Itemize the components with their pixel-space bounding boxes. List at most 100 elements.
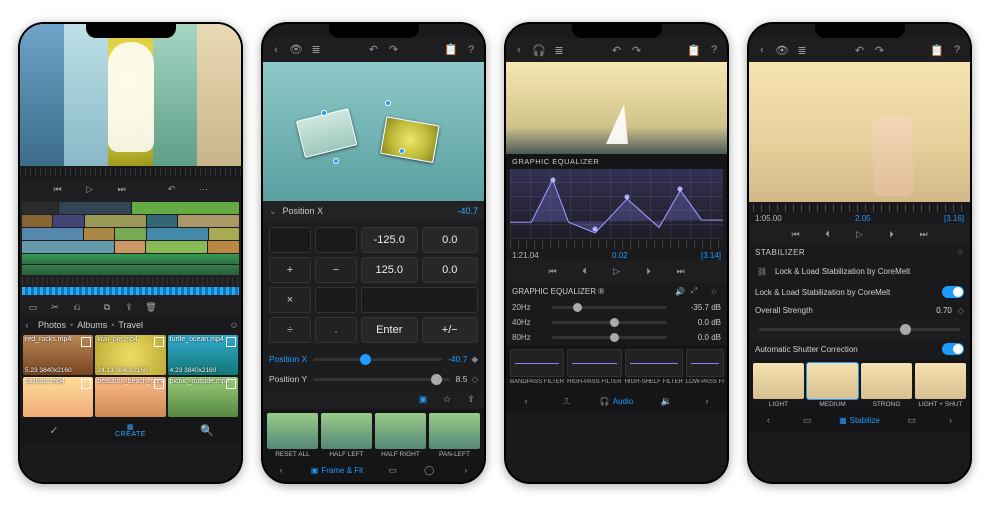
- stack-icon[interactable]: ≣: [552, 43, 566, 57]
- copy-icon[interactable]: ⧉: [100, 300, 114, 314]
- more-icon[interactable]: ⋯: [197, 182, 211, 196]
- search-icon[interactable]: 🔍: [200, 423, 214, 437]
- prev-clip-icon[interactable]: ⏮: [51, 182, 65, 196]
- speaker-icon[interactable]: 🔊: [673, 284, 687, 298]
- thumb[interactable]: kiwi_pie.mp424.13 3840x2160: [95, 335, 165, 375]
- band-row[interactable]: 20Hz -35.7 dB: [506, 300, 727, 315]
- split-icon[interactable]: ⎌: [70, 300, 84, 314]
- transform-handle[interactable]: [399, 148, 405, 154]
- key-minus[interactable]: −: [315, 257, 357, 283]
- back-icon[interactable]: ‹: [755, 43, 769, 57]
- video-preview[interactable]: [263, 62, 484, 201]
- preset[interactable]: PAN-LEFT: [429, 413, 480, 458]
- crop-icon[interactable]: ▣: [416, 392, 430, 406]
- eye-icon[interactable]: 👁: [289, 43, 303, 57]
- audio-track-1[interactable]: [22, 254, 239, 264]
- key-plus[interactable]: +: [269, 257, 311, 283]
- band-row[interactable]: 80Hz 0.0 dB: [506, 330, 727, 345]
- key-plusminus[interactable]: +/−: [422, 317, 479, 343]
- undo-icon[interactable]: ↶: [853, 43, 867, 57]
- key-val[interactable]: 0.0: [422, 257, 479, 283]
- key-enter[interactable]: Enter: [361, 317, 418, 343]
- tab-travel[interactable]: Travel: [118, 320, 143, 330]
- preset[interactable]: RESET ALL: [267, 413, 318, 458]
- eye-icon[interactable]: 👁: [775, 43, 789, 57]
- eq-graph[interactable]: [510, 169, 723, 239]
- stack-icon[interactable]: ≣: [795, 43, 809, 57]
- video-preview[interactable]: [506, 62, 727, 154]
- trash-icon[interactable]: 🗑: [144, 300, 158, 314]
- back-icon[interactable]: ‹: [512, 43, 526, 57]
- play-icon[interactable]: ▷: [610, 264, 624, 278]
- stabilize-button[interactable]: ▦Stabilize: [839, 416, 880, 425]
- layer-b[interactable]: [379, 116, 439, 163]
- play-icon[interactable]: ▷: [83, 182, 97, 196]
- step-back-icon[interactable]: ⏴: [578, 264, 592, 278]
- skip-end-icon[interactable]: ⏭: [674, 264, 688, 278]
- preset[interactable]: HALF LEFT: [321, 413, 372, 458]
- preset[interactable]: BANDPASS FILTER: [510, 349, 564, 385]
- key-blank[interactable]: [361, 287, 478, 313]
- thumb[interactable]: red_rocks.mp45.23 3840x2160: [23, 335, 93, 375]
- frame-fit-button[interactable]: ▣Frame & Fit: [311, 466, 363, 475]
- skip-start-icon[interactable]: ⏮: [546, 264, 560, 278]
- key-blank[interactable]: [315, 227, 357, 253]
- expand-icon[interactable]: ⤢: [687, 284, 701, 298]
- preset[interactable]: STRONG: [861, 363, 912, 408]
- thumb[interactable]: picnic_outside.mp4: [168, 377, 238, 417]
- redo-icon[interactable]: ↷: [873, 43, 887, 57]
- clipboard-icon[interactable]: 📋: [930, 43, 944, 57]
- key-times[interactable]: ×: [269, 287, 311, 313]
- redo-icon[interactable]: ↷: [387, 43, 401, 57]
- transform-handle[interactable]: [385, 100, 391, 106]
- smiley-icon[interactable]: ☺: [227, 318, 241, 332]
- preset[interactable]: LIGHT: [753, 363, 804, 408]
- undo-icon[interactable]: ↶: [165, 182, 179, 196]
- position-x-slider[interactable]: Position X -40.7 ◆: [263, 349, 484, 369]
- key-val[interactable]: -125.0: [361, 227, 418, 253]
- volume-icon[interactable]: 🔉: [660, 394, 674, 408]
- nav-fwd-icon[interactable]: ›: [944, 413, 958, 427]
- star-icon[interactable]: ☆: [707, 284, 721, 298]
- transform-handle[interactable]: [321, 110, 327, 116]
- audio-waveform[interactable]: [22, 287, 239, 295]
- preset[interactable]: MEDIUM: [807, 363, 858, 408]
- transform-handle[interactable]: [333, 158, 339, 164]
- star-icon[interactable]: ☆: [440, 392, 454, 406]
- key-dot[interactable]: .: [315, 317, 357, 343]
- audio-button[interactable]: 🎧Audio: [600, 397, 633, 406]
- nav-fwd-icon[interactable]: ›: [459, 463, 473, 477]
- key-val[interactable]: 0.0: [422, 227, 479, 253]
- mask-icon[interactable]: ▭: [386, 463, 400, 477]
- video-preview[interactable]: [20, 24, 241, 166]
- tab-photos[interactable]: Photos: [38, 320, 66, 330]
- nav-back-icon[interactable]: ‹: [519, 394, 533, 408]
- headphones-icon[interactable]: 🎧: [532, 43, 546, 57]
- step-fwd-icon[interactable]: ⏵: [642, 264, 656, 278]
- help-icon[interactable]: ?: [464, 43, 478, 57]
- nav-back-icon[interactable]: ‹: [761, 413, 775, 427]
- mixer-icon[interactable]: ⎍: [559, 394, 573, 408]
- keyframe-icon[interactable]: ◇: [471, 374, 478, 385]
- back-icon[interactable]: ‹: [20, 318, 34, 332]
- preset[interactable]: HIGH-SHELF FILTER: [625, 349, 683, 385]
- shutter-toggle[interactable]: [942, 343, 964, 355]
- play-icon[interactable]: ▷: [853, 227, 867, 241]
- keyframe-icon[interactable]: ◇: [958, 306, 964, 315]
- tool-icon[interactable]: ▭: [800, 413, 814, 427]
- audio-track-2[interactable]: [22, 265, 239, 275]
- band-row[interactable]: 40Hz 0.0 dB: [506, 315, 727, 330]
- tab-albums[interactable]: Albums: [77, 320, 107, 330]
- library-tabs[interactable]: ‹ Photos • Albums • Travel ☺: [20, 317, 241, 333]
- help-icon[interactable]: ?: [950, 43, 964, 57]
- skip-end-icon[interactable]: ⏭: [917, 227, 931, 241]
- video-preview[interactable]: [749, 62, 970, 202]
- stabilizer-toggle[interactable]: [942, 286, 964, 298]
- stabilizer-engine-row[interactable]: ⛓ Lock & Load Stabilization by CoreMelt: [749, 260, 970, 282]
- key-blank[interactable]: [269, 227, 311, 253]
- timeline[interactable]: [20, 200, 241, 297]
- key-blank[interactable]: [315, 287, 357, 313]
- redo-icon[interactable]: ↷: [630, 43, 644, 57]
- step-back-icon[interactable]: ⏴: [821, 227, 835, 241]
- clipboard-icon[interactable]: 📋: [444, 43, 458, 57]
